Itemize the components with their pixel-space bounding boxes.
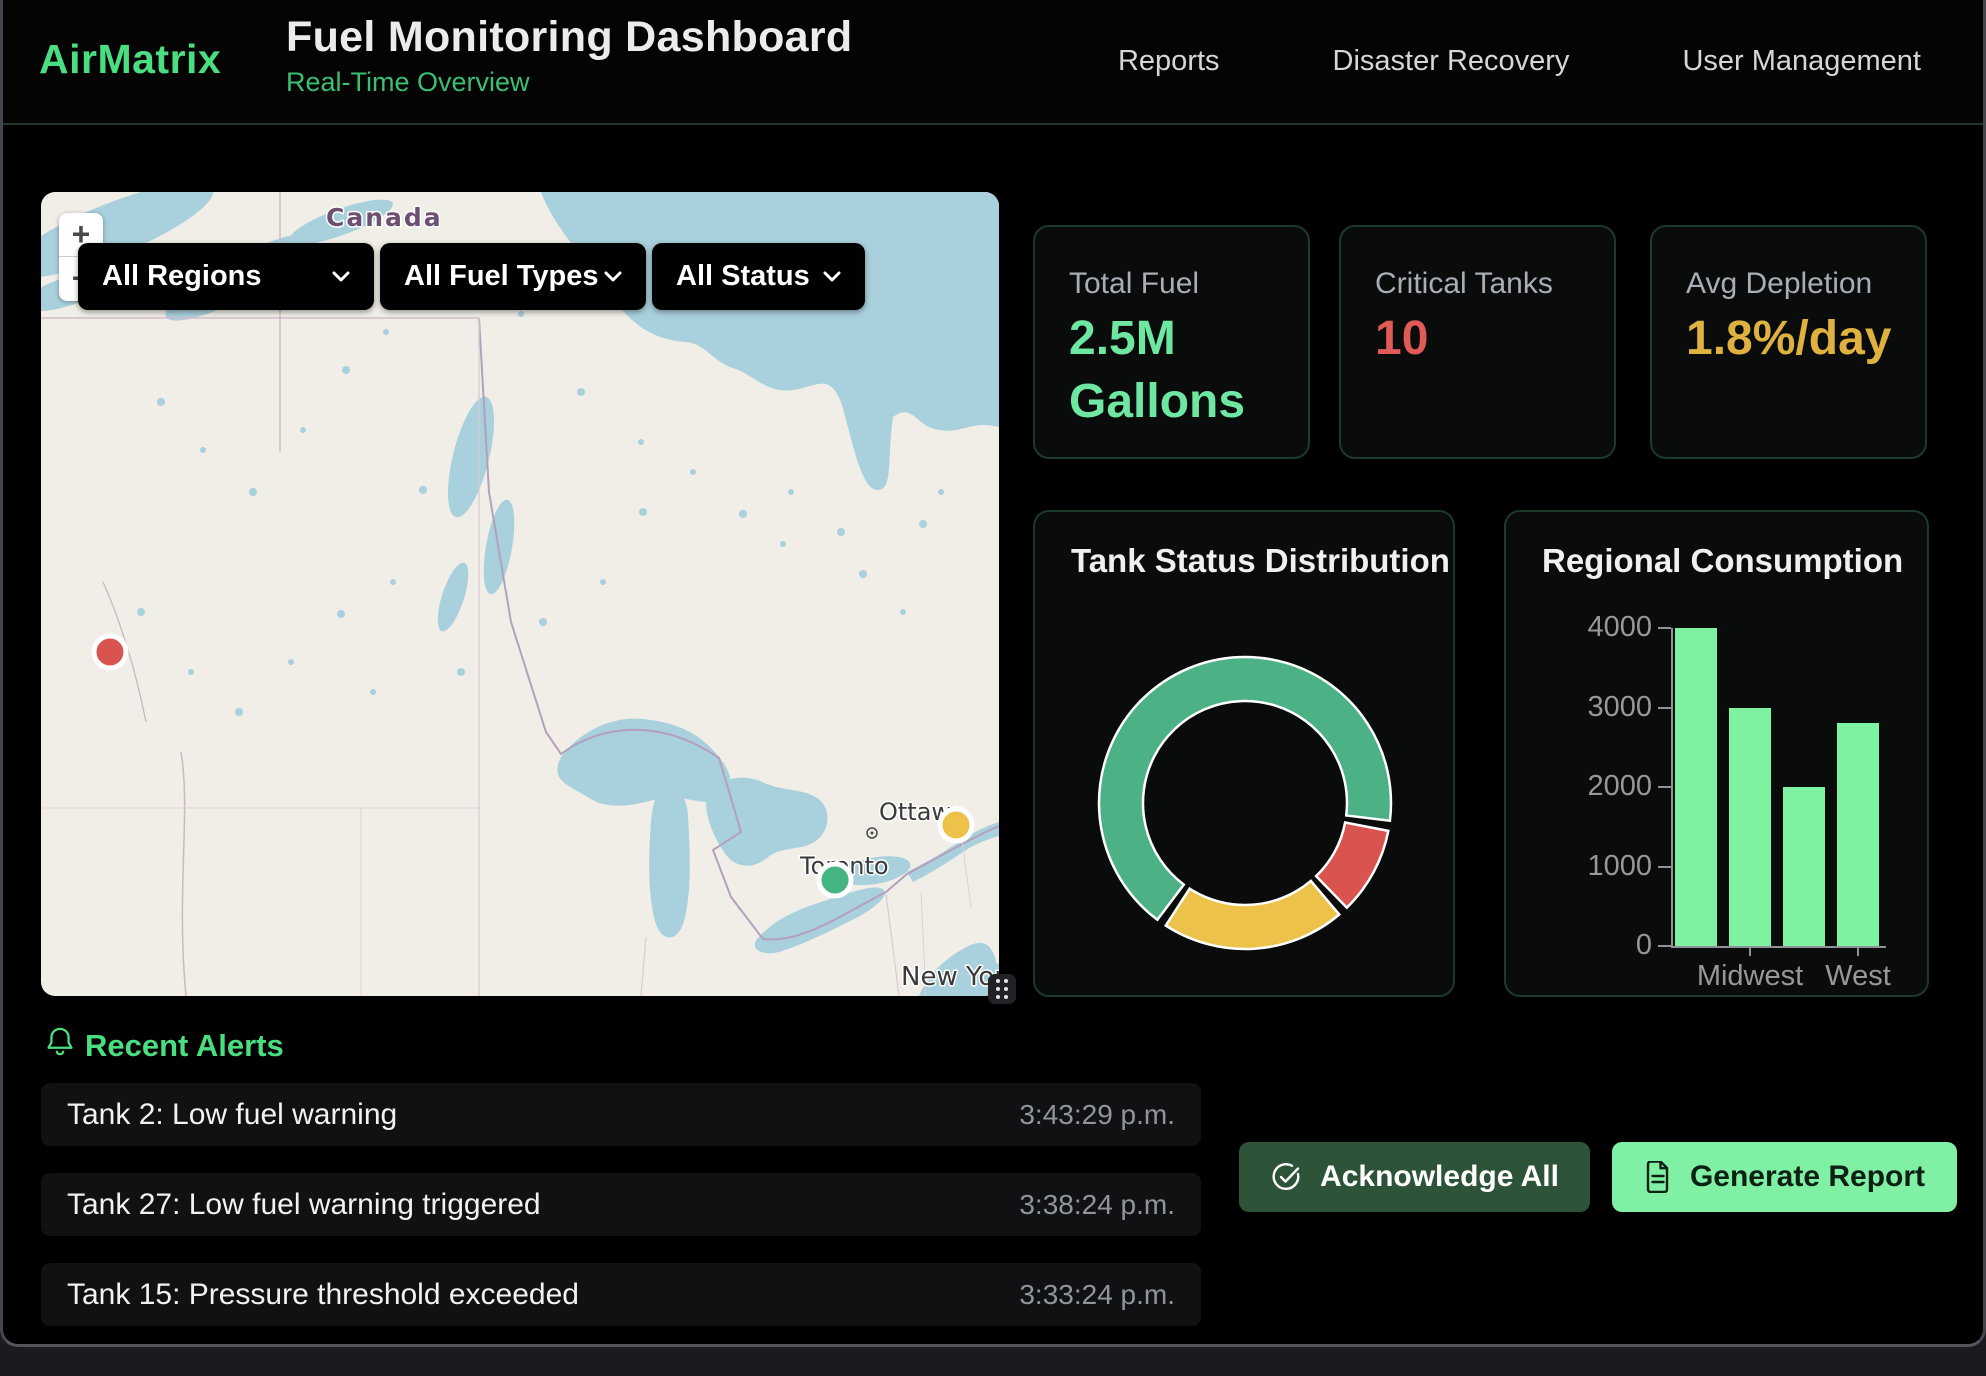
y-axis-line <box>1671 628 1673 948</box>
stat-card-critical-tanks: Critical Tanks 10 <box>1339 225 1616 459</box>
bar-chart: 01000200030004000MidwestWest <box>1506 512 1927 995</box>
region-filter-value: All Regions <box>102 260 262 293</box>
chevron-down-icon <box>332 271 350 283</box>
alerts-section-title: Recent Alerts <box>85 1028 284 1064</box>
map-filters: All Regions All Fuel Types All Status <box>78 243 865 310</box>
fuel-type-filter-value: All Fuel Types <box>404 260 598 293</box>
tank-marker-critical[interactable] <box>94 636 126 668</box>
map-label-new-york: New York <box>901 962 999 992</box>
regional-consumption-chart-card: Regional Consumption 01000200030004000Mi… <box>1504 510 1929 997</box>
alert-message: Tank 2: Low fuel warning <box>67 1083 397 1146</box>
donut-chart <box>1035 512 1457 995</box>
chart-title: Tank Status Distribution <box>1071 542 1450 580</box>
alert-timestamp: 3:33:24 p.m. <box>1019 1263 1175 1326</box>
stat-value: 1.8%/day <box>1686 307 1876 370</box>
bar <box>1837 723 1879 946</box>
dashboard-root: AirMatrix Fuel Monitoring Dashboard Real… <box>0 0 1986 1347</box>
nav-item-disaster-recovery[interactable]: Disaster Recovery <box>1333 45 1570 78</box>
tank-marker-warning[interactable] <box>940 809 972 841</box>
file-text-icon <box>1644 1161 1672 1193</box>
stat-label: Avg Depletion <box>1686 267 1872 301</box>
y-tick <box>1658 707 1671 709</box>
generate-report-label: Generate Report <box>1690 1160 1925 1194</box>
alert-timestamp: 3:38:24 p.m. <box>1019 1173 1175 1236</box>
lake-superior <box>557 719 731 806</box>
y-tick-label: 1000 <box>1552 850 1652 883</box>
nav-item-reports[interactable]: Reports <box>1118 45 1220 78</box>
acknowledge-all-label: Acknowledge All <box>1320 1160 1559 1194</box>
fuel-type-filter-select[interactable]: All Fuel Types <box>380 243 646 310</box>
alert-row[interactable]: Tank 2: Low fuel warning 3:43:29 p.m. <box>41 1083 1201 1146</box>
main-nav: Reports Disaster Recovery User Managemen… <box>1118 0 1921 123</box>
page-subtitle: Real-Time Overview <box>286 67 852 98</box>
y-tick-label: 4000 <box>1552 611 1652 644</box>
donut-segment <box>1316 822 1388 907</box>
capital-city-icon <box>867 828 877 838</box>
circle-check-icon <box>1270 1161 1302 1193</box>
x-tick <box>1857 948 1859 956</box>
alert-message: Tank 27: Low fuel warning triggered <box>67 1173 541 1236</box>
y-tick-label: 0 <box>1552 929 1652 962</box>
x-tick <box>1749 948 1751 956</box>
lake-erie <box>755 888 885 954</box>
alert-row[interactable]: Tank 15: Pressure threshold exceeded 3:3… <box>41 1263 1201 1326</box>
chevron-down-icon <box>604 271 622 283</box>
donut-segment <box>1166 881 1339 949</box>
bell-icon <box>45 1026 75 1058</box>
stat-label: Total Fuel <box>1069 267 1199 301</box>
region-filter-select[interactable]: All Regions <box>78 243 374 310</box>
y-tick <box>1658 866 1671 868</box>
alert-row[interactable]: Tank 27: Low fuel warning triggered 3:38… <box>41 1173 1201 1236</box>
map-label-canada: Canada <box>326 203 443 232</box>
x-tick-label: West <box>1778 960 1938 993</box>
bar <box>1729 708 1771 947</box>
stat-label: Critical Tanks <box>1375 267 1553 301</box>
y-tick-label: 2000 <box>1552 770 1652 803</box>
y-tick <box>1658 945 1671 947</box>
stat-value: 10 <box>1375 307 1428 370</box>
stat-value: 2.5M Gallons <box>1069 307 1259 433</box>
tank-map[interactable]: Canada Ottawa Toronto New York + − All R… <box>41 192 999 996</box>
alert-timestamp: 3:43:29 p.m. <box>1019 1083 1175 1146</box>
alert-message: Tank 15: Pressure threshold exceeded <box>67 1263 579 1326</box>
page-title: Fuel Monitoring Dashboard <box>286 13 852 62</box>
header: AirMatrix Fuel Monitoring Dashboard Real… <box>3 0 1983 125</box>
nav-item-user-management[interactable]: User Management <box>1682 45 1921 78</box>
basemap: Canada Ottawa Toronto New York <box>41 192 999 996</box>
status-filter-select[interactable]: All Status <box>652 243 865 310</box>
stat-card-total-fuel: Total Fuel 2.5M Gallons <box>1033 225 1310 459</box>
x-axis-line <box>1671 946 1886 948</box>
bar <box>1783 787 1825 946</box>
tank-status-chart-card: Tank Status Distribution <box>1033 510 1455 997</box>
title-block: Fuel Monitoring Dashboard Real-Time Over… <box>286 13 852 98</box>
y-tick-label: 3000 <box>1552 691 1652 724</box>
chevron-down-icon <box>823 271 841 283</box>
acknowledge-all-button[interactable]: Acknowledge All <box>1239 1142 1590 1212</box>
status-filter-value: All Status <box>676 260 810 293</box>
y-tick <box>1658 627 1671 629</box>
brand-logo: AirMatrix <box>39 36 221 83</box>
hudson-bay-water <box>541 192 999 490</box>
tank-marker-normal[interactable] <box>819 864 851 896</box>
y-tick <box>1658 786 1671 788</box>
stat-card-avg-depletion: Avg Depletion 1.8%/day <box>1650 225 1927 459</box>
drag-handle-icon[interactable] <box>988 974 1016 1004</box>
bar <box>1675 628 1717 946</box>
lake-michigan <box>649 789 690 938</box>
generate-report-button[interactable]: Generate Report <box>1612 1142 1957 1212</box>
